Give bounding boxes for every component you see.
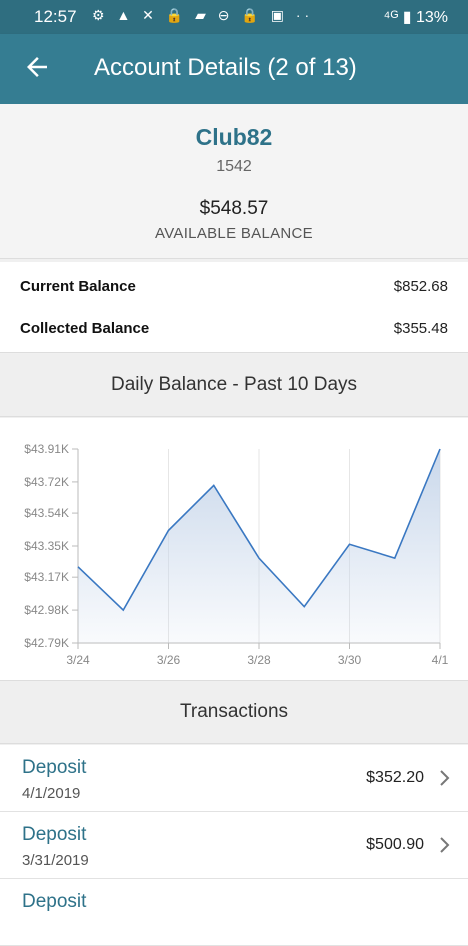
x-tick-label: 3/24 (66, 653, 90, 667)
account-summary: Club82 1542 $548.57 AVAILABLE BALANCE (0, 104, 468, 259)
transaction-amount: $500.90 (366, 836, 424, 853)
status-time: 12:57 (34, 7, 77, 26)
notification-icons: ⚙ ▲ ✕ 🔒 ▰ ⊖ 🔒 ▣ ·· (92, 7, 314, 23)
available-balance-amount: $548.57 (199, 198, 269, 219)
y-tick-label: $43.91K (24, 442, 69, 456)
current-balance-label: Current Balance (20, 278, 136, 295)
available-balance-label: AVAILABLE BALANCE (155, 225, 313, 242)
collected-balance-label: Collected Balance (20, 320, 150, 337)
y-tick-label: $43.17K (24, 570, 69, 584)
status-bar: 12:57 ⚙ ▲ ✕ 🔒 ▰ ⊖ 🔒 ▣ ·· ⁴ᴳ ▮ 13% (0, 0, 468, 34)
page-title: Account Details (2 of 13) (94, 54, 357, 81)
transaction-type: Deposit (22, 891, 87, 912)
x-tick-label: 3/30 (338, 653, 362, 667)
transactions-section-title: Transactions (0, 681, 468, 744)
y-tick-label: $43.72K (24, 475, 69, 489)
transaction-amount: $352.20 (366, 769, 424, 786)
x-tick-label: 4/1 (432, 653, 449, 667)
collected-balance-value: $355.48 (393, 320, 448, 337)
balance-details: Current Balance $852.68 Collected Balanc… (0, 262, 468, 353)
collected-balance-row: Collected Balance $355.48 (20, 320, 448, 350)
y-tick-label: $42.98K (24, 603, 69, 617)
transaction-date: 4/1/2019 (22, 785, 81, 802)
transaction-type: Deposit (22, 824, 87, 845)
transaction-type: Deposit (22, 757, 87, 778)
x-tick-label: 3/28 (247, 653, 271, 667)
back-arrow-icon[interactable] (22, 52, 52, 82)
chart-section-title: Daily Balance - Past 10 Days (0, 354, 468, 417)
y-tick-label: $43.54K (24, 506, 69, 520)
y-tick-label: $43.35K (24, 539, 69, 553)
transaction-row[interactable]: Deposit 3/31/2019 $500.90 (0, 812, 468, 879)
chevron-right-icon (440, 837, 450, 853)
transaction-row[interactable]: Deposit 4/1/2019 $352.20 (0, 745, 468, 812)
signal-battery-indicator: ⁴ᴳ ▮ 13% (383, 9, 448, 26)
account-number: 1542 (216, 158, 252, 175)
x-tick-label: 3/26 (157, 653, 181, 667)
daily-balance-chart-svg: $42.79K $42.98K $43.17K $43.35K $43.54K $43.7… (24, 442, 449, 667)
current-balance-row: Current Balance $852.68 (20, 278, 448, 308)
chevron-right-icon (440, 770, 450, 786)
app-bar: Account Details (2 of 13) (0, 34, 468, 104)
transaction-row[interactable]: Deposit (0, 879, 468, 946)
current-balance-value: $852.68 (393, 278, 448, 295)
account-name: Club82 (195, 124, 273, 150)
daily-balance-chart: $42.79K $42.98K $43.17K $43.35K $43.54K $43.7… (0, 418, 468, 681)
transaction-date: 3/31/2019 (22, 852, 89, 869)
y-tick-label: $42.79K (24, 636, 69, 650)
